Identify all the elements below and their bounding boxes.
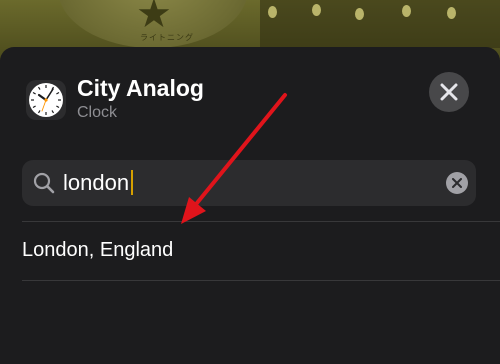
wallpaper-star-icon: ★ [136, 0, 172, 36]
widget-config-sheet: City Analog Clock london London, England [0, 47, 500, 364]
magnifying-glass-icon [33, 172, 55, 194]
close-x-icon [440, 83, 458, 101]
search-result-item[interactable]: London, England [0, 222, 500, 280]
city-search-field[interactable]: london [22, 160, 476, 206]
widget-title: City Analog [77, 75, 204, 101]
divider [22, 280, 500, 281]
search-input-value: london [63, 170, 130, 195]
search-result-label: London, England [22, 239, 174, 261]
wallpaper-light [312, 4, 321, 16]
search-input[interactable]: london [63, 170, 134, 196]
close-button[interactable] [429, 72, 469, 112]
wallpaper-light [402, 5, 411, 17]
widget-app-subtitle: Clock [77, 104, 118, 121]
text-cursor [131, 170, 134, 195]
wallpaper-light [355, 8, 364, 20]
clear-search-button[interactable] [446, 172, 468, 194]
wallpaper-light [268, 6, 277, 18]
wallpaper-light [447, 7, 456, 19]
analog-clock-icon [26, 80, 66, 120]
clear-x-icon [452, 178, 462, 188]
wallpaper-shadow [260, 0, 500, 48]
wallpaper-sign-text: ライトニング [140, 33, 194, 42]
